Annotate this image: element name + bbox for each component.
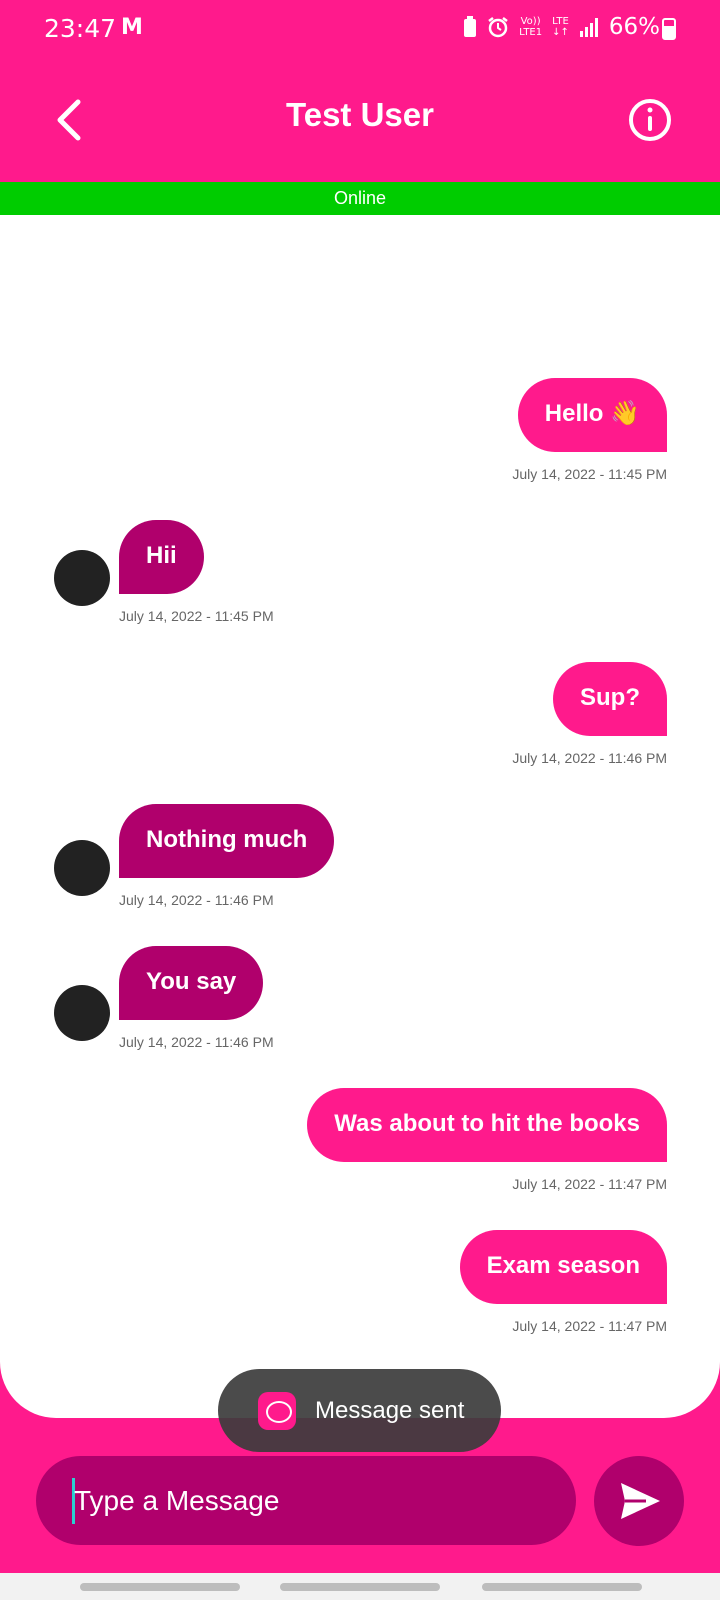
message-input[interactable]: Type a Message xyxy=(36,1456,576,1545)
system-nav-bar xyxy=(0,1573,720,1600)
message-received: Nothing much July 14, 2022 - 11:46 PM xyxy=(119,804,335,908)
message-bubble[interactable]: Exam season xyxy=(459,1230,667,1304)
nav-back-button[interactable] xyxy=(482,1583,642,1591)
battery-saver-icon xyxy=(464,16,477,37)
message-timestamp: July 14, 2022 - 11:46 PM xyxy=(119,892,274,908)
message-bubble[interactable]: You say xyxy=(119,946,264,1020)
message-bubble[interactable]: Hello 👋 xyxy=(517,378,667,452)
message-timestamp: July 14, 2022 - 11:47 PM xyxy=(512,1176,667,1192)
message-timestamp: July 14, 2022 - 11:46 PM xyxy=(512,750,667,766)
nav-recents-button[interactable] xyxy=(80,1583,240,1591)
message-sent: Was about to hit the books July 14, 2022… xyxy=(307,1088,667,1192)
message-bubble[interactable]: Sup? xyxy=(553,662,667,736)
send-button[interactable] xyxy=(594,1456,684,1546)
lte-indicator: LTE ↓↑ xyxy=(552,16,569,38)
message-sent: Sup? July 14, 2022 - 11:46 PM xyxy=(512,662,667,766)
message-timestamp: July 14, 2022 - 11:46 PM xyxy=(119,1034,274,1050)
message-timestamp: July 14, 2022 - 11:45 PM xyxy=(119,608,274,624)
online-status-bar: Online xyxy=(0,182,720,215)
message-timestamp: July 14, 2022 - 11:47 PM xyxy=(512,1318,667,1334)
battery-percent: 66% xyxy=(608,14,660,40)
nav-home-button[interactable] xyxy=(280,1583,440,1591)
message-sent: Exam season July 14, 2022 - 11:47 PM xyxy=(459,1230,667,1334)
message-bubble[interactable]: Hii xyxy=(119,520,204,594)
info-button[interactable] xyxy=(626,96,674,144)
status-time: 23:47 xyxy=(44,14,117,43)
status-bar: 23:47 M Vo)) LTE1 LTE ↓↑ 66% xyxy=(0,0,720,60)
app-bar: Test User xyxy=(0,60,720,182)
alarm-icon xyxy=(488,17,508,38)
message-timestamp: July 14, 2022 - 11:45 PM xyxy=(512,466,667,482)
message-bubble[interactable]: Was about to hit the books xyxy=(307,1088,667,1162)
message-bubble[interactable]: Nothing much xyxy=(119,804,335,878)
message-list[interactable]: Hello 👋 July 14, 2022 - 11:45 PM Hii Jul… xyxy=(0,215,720,1418)
toast-text: Message sent xyxy=(315,1396,465,1424)
message-input-placeholder: Type a Message xyxy=(74,1485,280,1516)
message-received: You say July 14, 2022 - 11:46 PM xyxy=(119,946,274,1050)
signal-icon xyxy=(579,18,598,37)
send-icon xyxy=(621,1483,660,1519)
message-sent: Hello 👋 July 14, 2022 - 11:45 PM xyxy=(512,378,667,482)
chat-title: Test User xyxy=(286,96,434,133)
avatar xyxy=(54,840,110,896)
carrier-icon: M xyxy=(121,15,143,40)
status-icons: Vo)) LTE1 LTE ↓↑ 66% xyxy=(463,14,660,40)
volte-indicator: Vo)) LTE1 xyxy=(519,16,543,38)
toast: Message sent xyxy=(218,1369,501,1452)
info-icon xyxy=(629,99,671,141)
avatar xyxy=(54,550,110,606)
app-logo-icon xyxy=(258,1391,296,1430)
battery-icon xyxy=(662,18,676,40)
avatar xyxy=(54,985,110,1041)
message-received: Hii July 14, 2022 - 11:45 PM xyxy=(119,520,274,624)
